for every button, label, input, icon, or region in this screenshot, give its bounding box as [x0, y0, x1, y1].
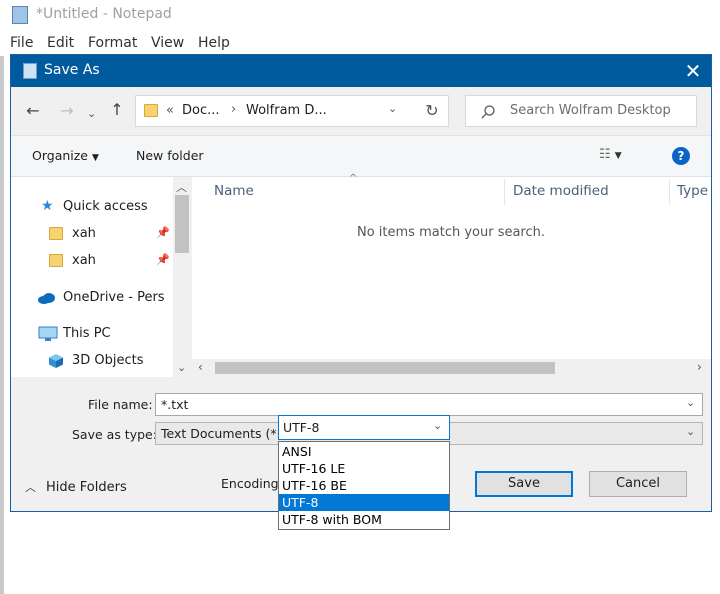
- nav-onedrive-label: OneDrive - Pers: [63, 290, 165, 305]
- nav-this-pc-label: This PC: [63, 326, 111, 341]
- horizontal-scrollbar-thumb[interactable]: [215, 362, 555, 374]
- menu-view[interactable]: View: [151, 35, 184, 51]
- notepad-titlebar: *Untitled - Notepad: [0, 0, 720, 30]
- scroll-left-icon[interactable]: ‹: [198, 360, 203, 374]
- computer-icon: [38, 326, 58, 341]
- breadcrumb-separator-icon: ›: [231, 102, 237, 117]
- nav-this-pc[interactable]: This PC: [11, 322, 173, 346]
- cube-icon: [49, 354, 63, 368]
- notepad-icon: [23, 63, 37, 79]
- pin-icon[interactable]: 📌: [156, 253, 170, 266]
- chevron-down-icon[interactable]: ⌄: [177, 361, 186, 374]
- column-header-name[interactable]: Name: [214, 183, 254, 199]
- encoding-label: Encoding:: [221, 476, 283, 491]
- scroll-right-icon[interactable]: ›: [697, 360, 702, 374]
- refresh-icon[interactable]: ↻: [415, 96, 449, 126]
- recent-locations-chevron-icon[interactable]: ⌄: [87, 107, 96, 120]
- save-button[interactable]: Save: [475, 471, 573, 497]
- notepad-menubar: File Edit Format View Help: [0, 30, 720, 56]
- search-placeholder: Search Wolfram Desktop: [510, 103, 671, 118]
- chevron-down-icon[interactable]: ⌄: [686, 425, 695, 438]
- breadcrumb-docs[interactable]: Doc...: [182, 103, 220, 118]
- encoding-select[interactable]: UTF-8 ⌄: [278, 415, 450, 440]
- nav-item-label: xah: [72, 226, 96, 241]
- file-name-value: *.txt: [161, 397, 189, 412]
- chevron-down-icon[interactable]: ⌄: [433, 419, 442, 432]
- nav-onedrive[interactable]: OneDrive - Pers: [11, 286, 173, 310]
- back-arrow-icon[interactable]: ←: [23, 101, 43, 120]
- column-divider[interactable]: [504, 179, 505, 205]
- chevron-down-icon[interactable]: ⌄: [686, 396, 695, 409]
- help-icon[interactable]: ?: [672, 147, 690, 165]
- column-header-date[interactable]: Date modified: [513, 183, 609, 199]
- nav-3d-objects[interactable]: 3D Objects: [11, 349, 173, 373]
- menu-edit[interactable]: Edit: [47, 35, 74, 51]
- sort-ascending-icon: ^: [349, 173, 358, 184]
- file-name-label: File name:: [88, 397, 153, 412]
- folder-icon: [49, 227, 63, 240]
- notepad-edge: [0, 56, 4, 594]
- column-divider[interactable]: [669, 179, 670, 205]
- breadcrumb-overflow[interactable]: «: [166, 103, 174, 118]
- encoding-value: UTF-8: [283, 420, 320, 435]
- nav-item-xah[interactable]: xah 📌: [11, 222, 173, 246]
- file-list[interactable]: [192, 177, 711, 377]
- notepad-title: *Untitled - Notepad: [36, 6, 172, 22]
- chevron-up-icon: ︿: [25, 481, 36, 494]
- menu-format[interactable]: Format: [88, 35, 137, 51]
- notepad-icon: [12, 6, 28, 24]
- new-folder-button[interactable]: New folder: [136, 148, 204, 163]
- empty-message: No items match your search.: [357, 225, 546, 240]
- encoding-option-utf16be[interactable]: UTF-16 BE: [279, 477, 449, 494]
- column-header-type[interactable]: Type: [677, 183, 708, 199]
- encoding-option-utf8-bom[interactable]: UTF-8 with BOM: [279, 511, 449, 528]
- dialog-title: Save As: [44, 62, 100, 78]
- forward-arrow-icon[interactable]: →: [57, 101, 77, 120]
- breadcrumb-wolfram[interactable]: Wolfram D...: [246, 103, 327, 118]
- save-as-type-label: Save as type:: [72, 427, 157, 442]
- star-icon: ★: [41, 198, 54, 214]
- close-icon[interactable]: ✕: [675, 57, 711, 85]
- search-box[interactable]: Search Wolfram Desktop: [465, 95, 697, 127]
- file-name-input[interactable]: *.txt ⌄: [155, 393, 703, 416]
- scroll-up-icon[interactable]: ︿: [176, 179, 187, 195]
- command-bar: Organize ▼ New folder ☷ ▼ ?: [11, 135, 711, 177]
- up-arrow-icon[interactable]: ↑: [107, 100, 127, 119]
- hide-folders-label: Hide Folders: [46, 480, 127, 495]
- menu-file[interactable]: File: [10, 35, 33, 51]
- nav-quick-access-label: Quick access: [63, 199, 148, 214]
- organize-button[interactable]: Organize ▼: [32, 148, 99, 163]
- nav-quick-access[interactable]: ★ Quick access: [11, 195, 173, 219]
- folder-icon: [49, 254, 63, 267]
- nav-item-xah[interactable]: xah 📌: [11, 249, 173, 273]
- folder-icon: [144, 104, 158, 117]
- pin-icon[interactable]: 📌: [156, 226, 170, 239]
- view-options-icon[interactable]: ☷ ▼: [599, 147, 622, 162]
- nav-3d-objects-label: 3D Objects: [72, 353, 144, 368]
- cloud-icon: [38, 293, 55, 304]
- encoding-option-utf16le[interactable]: UTF-16 LE: [279, 460, 449, 477]
- menu-help[interactable]: Help: [198, 35, 230, 51]
- nav-item-label: xah: [72, 253, 96, 268]
- encoding-option-utf8[interactable]: UTF-8: [279, 494, 449, 511]
- encoding-dropdown-list: ANSI UTF-16 LE UTF-16 BE UTF-8 UTF-8 wit…: [278, 441, 450, 530]
- navigation-pane: ★ Quick access xah 📌 xah 📌 OneDrive - Pe…: [11, 177, 173, 377]
- cancel-button[interactable]: Cancel: [589, 471, 687, 497]
- dialog-titlebar: Save As ✕: [11, 55, 711, 87]
- encoding-option-ansi[interactable]: ANSI: [279, 443, 449, 460]
- nav-scrollbar-thumb[interactable]: [175, 195, 189, 253]
- address-bar[interactable]: « Doc... › Wolfram D... ⌄: [135, 95, 449, 127]
- address-dropdown-chevron-icon[interactable]: ⌄: [388, 102, 397, 115]
- search-icon: [481, 105, 495, 119]
